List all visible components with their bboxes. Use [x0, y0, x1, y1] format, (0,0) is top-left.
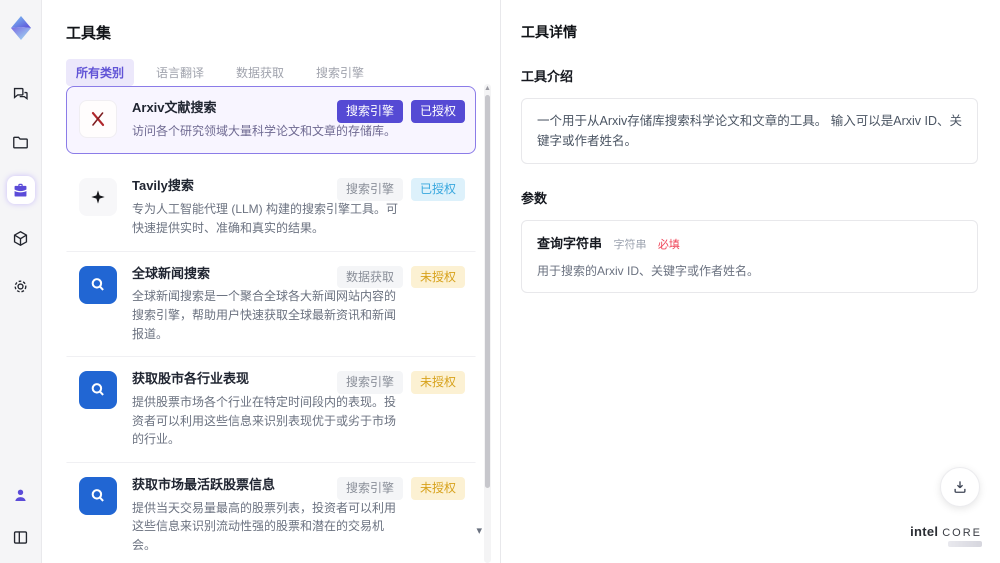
tool-detail-panel: 工具详情 工具介绍 一个用于从Arxiv存储库搜索科学论文和文章的工具。 输入可… — [500, 0, 1000, 563]
category-badge: 搜索引擎 — [336, 476, 403, 500]
tool-description: 全球新闻搜索是一个聚合全球各大新闻网站内容的搜索引擎，帮助用户快速获取全球最新资… — [132, 289, 397, 341]
auth-status-badge: 未授权 — [410, 265, 465, 289]
cube-icon — [13, 230, 28, 246]
folder-icon — [13, 136, 28, 148]
sidebar-item-tools[interactable] — [6, 176, 35, 204]
tab-all-categories[interactable]: 所有类别 — [66, 59, 135, 86]
tool-description: 专为人工智能代理 (LLM) 构建的搜索引擎工具。可快速提供实时、准确和真实的结… — [132, 202, 399, 235]
tool-description: 访问各个研究领域大量科学论文和文章的存储库。 — [132, 123, 397, 138]
param-description: 用于搜索的Arxiv ID、关键字或作者姓名。 — [537, 264, 760, 278]
intro-box: 一个用于从Arxiv存储库搜索科学论文和文章的工具。 输入可以是Arxiv ID… — [521, 98, 978, 164]
tool-list-panel: 工具集 所有类别 语言翻译 数据获取 搜索引擎 Arxiv文献搜索 访问各个研究… — [42, 0, 500, 563]
tavily-logo-icon — [79, 178, 117, 217]
tool-description: 提供当天交易量最高的股票列表，投资者可以利用这些信息来识别流动性强的股票和潜在的… — [132, 500, 397, 552]
detail-title: 工具详情 — [521, 24, 577, 40]
search-app-icon — [79, 265, 117, 304]
category-badge: 搜索引擎 — [336, 178, 403, 202]
toolbox-icon — [14, 183, 27, 197]
sidebar-item-models[interactable] — [7, 224, 35, 252]
search-app-icon — [79, 371, 117, 410]
param-box: 查询字符串 字符串 必填 用于搜索的Arxiv ID、关键字或作者姓名。 — [521, 220, 978, 293]
app-logo-icon — [7, 14, 35, 42]
scrollbar-thumb[interactable] — [485, 95, 490, 488]
tool-card-tavily[interactable]: Tavily搜索 专为人工智能代理 (LLM) 构建的搜索引擎工具。可快速提供实… — [66, 164, 476, 252]
auth-status-badge: 已授权 — [410, 178, 465, 202]
category-badge: 搜索引擎 — [336, 100, 403, 123]
param-required-flag: 必填 — [657, 239, 680, 251]
tool-description: 提供股票市场各个行业在特定时间段内的表现。投资者可以利用这些信息来识别表现优于或… — [132, 395, 397, 447]
intro-heading: 工具介绍 — [521, 69, 574, 84]
page-title: 工具集 — [66, 25, 112, 42]
user-avatar[interactable] — [7, 481, 35, 509]
brand-intel: intel — [910, 524, 939, 539]
tab-data-fetching[interactable]: 数据获取 — [226, 59, 294, 86]
auth-status-badge: 未授权 — [410, 476, 465, 500]
list-scrollbar[interactable]: ▲ — [484, 84, 491, 563]
brand-core: CORE — [942, 527, 982, 539]
download-icon — [954, 481, 966, 493]
search-app-icon — [79, 476, 117, 515]
params-heading: 参数 — [521, 191, 548, 206]
param-name: 查询字符串 — [537, 236, 603, 251]
tool-card-most-active-stocks[interactable]: 获取市场最活跃股票信息 提供当天交易量最高的股票列表，投资者可以利用这些信息来识… — [66, 462, 476, 563]
user-icon — [15, 489, 26, 501]
category-badge: 数据获取 — [336, 265, 403, 289]
chat-icon — [13, 87, 28, 100]
tool-list: Arxiv文献搜索 访问各个研究领域大量科学论文和文章的存储库。 搜索引擎 已授… — [66, 86, 476, 563]
tool-card-arxiv[interactable]: Arxiv文献搜索 访问各个研究领域大量科学论文和文章的存储库。 搜索引擎 已授… — [66, 86, 476, 155]
auth-status-badge: 未授权 — [410, 371, 465, 395]
tab-search-engine[interactable]: 搜索引擎 — [306, 59, 374, 86]
app-sidebar — [0, 0, 42, 563]
tool-card-sector-performance[interactable]: 获取股市各行业表现 提供股票市场各个行业在特定时间段内的表现。投资者可以利用这些… — [66, 357, 476, 463]
sidebar-item-files[interactable] — [7, 128, 35, 156]
sidebar-item-chat[interactable] — [7, 80, 35, 108]
param-type: 字符串 — [613, 239, 647, 251]
category-tabs: 所有类别 语言翻译 数据获取 搜索引擎 — [66, 59, 500, 86]
intro-text: 一个用于从Arxiv存储库搜索科学论文和文章的工具。 输入可以是Arxiv ID… — [537, 114, 963, 148]
category-badge: 搜索引擎 — [336, 371, 403, 395]
auth-status-badge: 已授权 — [410, 100, 465, 123]
tool-card-global-news[interactable]: 全球新闻搜索 全球新闻搜索是一个聚合全球各大新闻网站内容的搜索引擎，帮助用户快速… — [66, 251, 476, 358]
arxiv-logo-icon — [79, 100, 117, 138]
download-button[interactable] — [940, 467, 980, 507]
tab-language-translation[interactable]: 语言翻译 — [146, 59, 214, 86]
brand-accent-bar — [948, 541, 982, 547]
scroll-up-arrow[interactable]: ▲ — [484, 85, 491, 93]
intel-core-logo: intel CORE — [910, 524, 982, 547]
collapse-panel-icon — [13, 530, 28, 544]
scroll-down-indicator: ▾ — [476, 525, 482, 537]
collapse-sidebar-button[interactable] — [7, 523, 35, 551]
sidebar-item-settings[interactable] — [7, 272, 35, 300]
gear-icon — [14, 280, 27, 292]
